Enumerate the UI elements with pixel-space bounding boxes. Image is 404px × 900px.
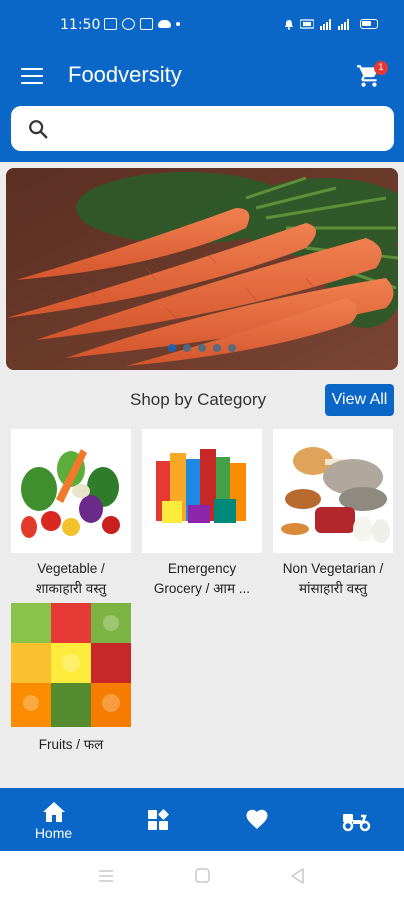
nav-favorites[interactable] xyxy=(206,788,307,851)
status-time: 11:50 xyxy=(60,17,101,33)
cart-button[interactable]: 1 xyxy=(356,61,388,89)
carousel-dot[interactable] xyxy=(213,344,221,352)
cart-count-badge: 1 xyxy=(374,61,388,75)
category-card-vegetable[interactable]: Vegetable / शाकाहारी वस्तु xyxy=(11,429,131,599)
fruits-image xyxy=(11,603,131,727)
notification-icons xyxy=(104,18,180,30)
facebook-icon xyxy=(122,18,135,30)
view-all-button[interactable]: View All xyxy=(325,384,394,416)
home-icon xyxy=(42,802,65,822)
cloud-icon xyxy=(158,20,171,28)
carrots-banner-image xyxy=(6,168,398,370)
app-title: Foodversity xyxy=(68,62,182,87)
screen-icon xyxy=(140,18,153,30)
nav-delivery[interactable] xyxy=(305,788,404,851)
carousel-dot[interactable] xyxy=(198,344,206,352)
signal-icon xyxy=(320,19,349,30)
system-status-icons xyxy=(284,18,378,30)
category-card-grocery[interactable]: Emergency Grocery / आम ... xyxy=(142,429,262,599)
category-label: Emergency Grocery / आम ... xyxy=(153,561,251,596)
category-card-fruits[interactable]: Fruits / फल xyxy=(11,603,131,755)
volte-icon xyxy=(300,19,314,29)
heart-icon xyxy=(246,809,267,829)
message-icon xyxy=(104,18,117,30)
category-label: Non Vegetarian / मांसाहारी वस्तु xyxy=(282,561,384,596)
section-title: Shop by Category xyxy=(130,390,267,409)
home-button-icon[interactable] xyxy=(195,868,210,883)
nav-home-label: Home xyxy=(34,825,73,841)
grocery-image xyxy=(142,429,262,553)
carousel-indicators xyxy=(6,344,398,352)
search-icon xyxy=(29,120,48,139)
vegetable-image xyxy=(11,429,131,553)
carousel-dot[interactable] xyxy=(183,344,191,352)
search-bar-container xyxy=(0,100,404,162)
carousel-dot[interactable] xyxy=(168,344,176,352)
nav-home[interactable]: Home xyxy=(3,788,104,851)
recent-apps-icon[interactable] xyxy=(98,868,114,884)
alarm-icon xyxy=(285,19,293,30)
bottom-navigation: Home xyxy=(0,788,404,851)
status-bar: 11:50 xyxy=(0,0,404,52)
more-notifications-icon xyxy=(176,22,180,26)
category-label: Fruits / फल xyxy=(38,737,104,752)
delivery-scooter-icon xyxy=(342,814,370,832)
app-bar: Foodversity 1 xyxy=(0,52,404,100)
category-card-non-vegetarian[interactable]: Non Vegetarian / मांसाहारी वस्तु xyxy=(273,429,393,599)
categories-icon xyxy=(147,809,169,830)
search-input[interactable] xyxy=(63,114,383,144)
non-veg-image xyxy=(273,429,393,553)
menu-icon[interactable] xyxy=(21,68,43,84)
battery-icon xyxy=(360,19,378,29)
system-navigation-bar xyxy=(0,851,404,900)
nav-categories[interactable] xyxy=(107,788,208,851)
carousel-dot[interactable] xyxy=(228,344,236,352)
category-label: Vegetable / शाकाहारी वस्तु xyxy=(35,561,107,596)
promo-banner-carousel[interactable] xyxy=(6,168,398,370)
search-box[interactable] xyxy=(11,106,394,151)
back-icon[interactable] xyxy=(290,868,305,884)
